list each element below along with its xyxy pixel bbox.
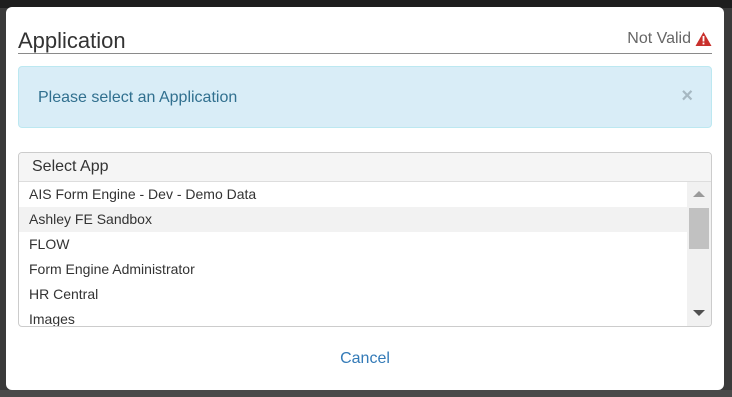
list-item[interactable]: Ashley FE Sandbox <box>19 207 687 232</box>
dialog-footer: Cancel <box>6 349 724 369</box>
scroll-down-arrow-icon[interactable] <box>693 310 705 316</box>
dialog-header: Application Not Valid <box>18 27 712 54</box>
info-alert: Please select an Application × <box>18 66 712 128</box>
scroll-up-arrow-icon[interactable] <box>693 191 705 197</box>
warning-triangle-icon <box>695 32 712 46</box>
list-item[interactable]: AIS Form Engine - Dev - Demo Data <box>19 182 687 207</box>
select-app-header: Select App <box>19 153 711 182</box>
list-scrollbar[interactable] <box>687 182 711 326</box>
app-list: AIS Form Engine - Dev - Demo Data Ashley… <box>19 182 687 326</box>
list-item[interactable]: Form Engine Administrator <box>19 257 687 282</box>
alert-close-button[interactable]: × <box>681 86 693 106</box>
list-item[interactable]: FLOW <box>19 232 687 257</box>
status-text: Not Valid <box>627 30 691 47</box>
dialog-title: Application <box>18 28 126 53</box>
validation-status: Not Valid <box>627 29 712 49</box>
list-item[interactable]: Images <box>19 307 687 326</box>
application-dialog: Application Not Valid Please select an A… <box>6 7 724 390</box>
scrollbar-thumb[interactable] <box>689 208 709 249</box>
app-list-area: AIS Form Engine - Dev - Demo Data Ashley… <box>19 182 711 326</box>
select-app-panel: Select App AIS Form Engine - Dev - Demo … <box>18 152 712 327</box>
list-item[interactable]: HR Central <box>19 282 687 307</box>
alert-message: Please select an Application <box>38 89 238 106</box>
cancel-button[interactable]: Cancel <box>340 350 390 367</box>
backdrop-bottom <box>0 390 732 397</box>
